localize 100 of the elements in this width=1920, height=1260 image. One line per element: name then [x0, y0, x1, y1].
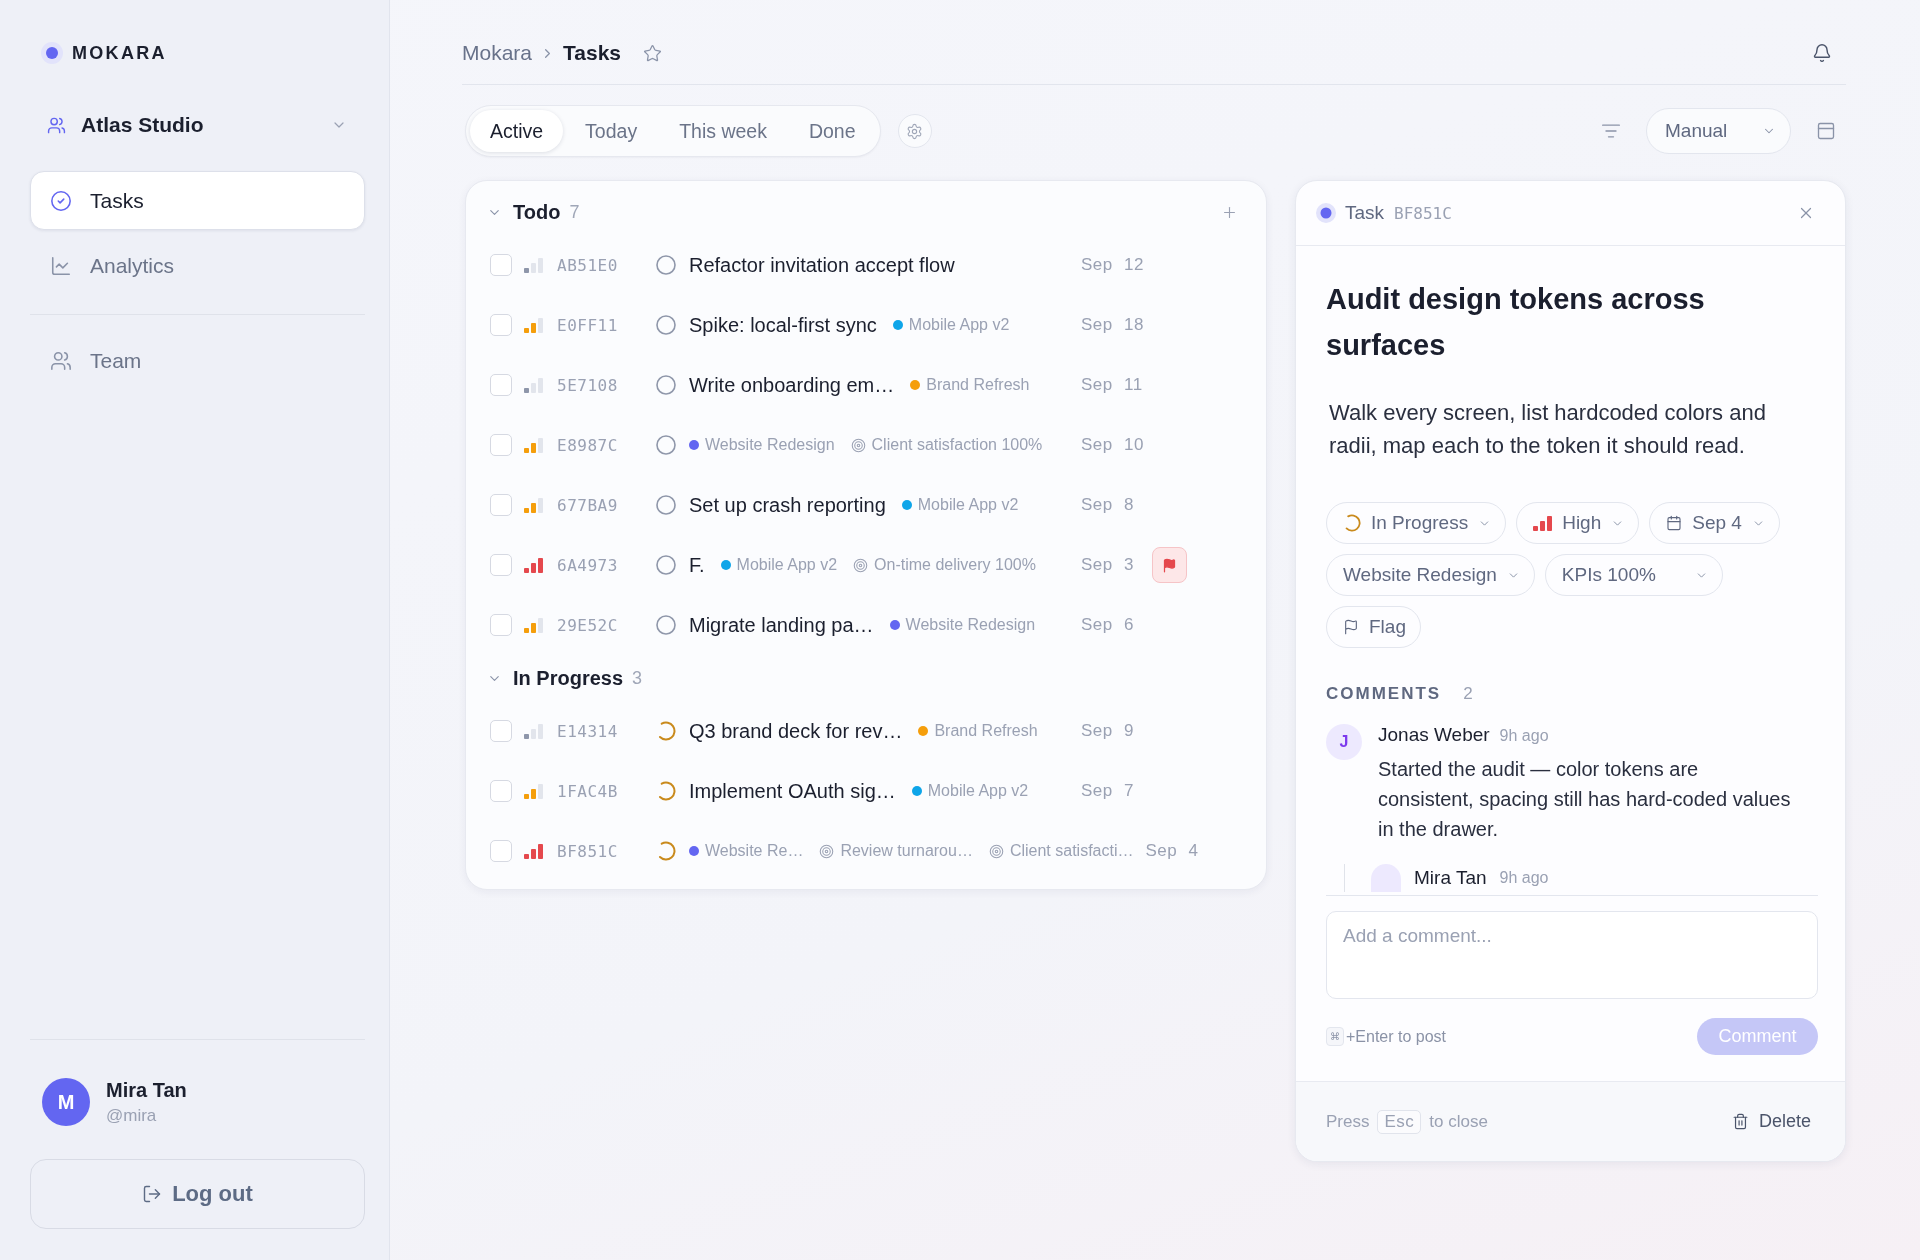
shortcut-key: Esc	[1377, 1109, 1422, 1134]
task-title[interactable]: Spike: local-first sync	[689, 313, 877, 337]
task-title[interactable]: F.	[689, 553, 705, 577]
comment-author: Mira Tan	[1414, 867, 1487, 889]
kpi-tag: Client satisfaction 100%	[871, 436, 1043, 454]
project-tag: Mobile App v2	[917, 496, 1019, 514]
nav-item[interactable]: Analytics	[30, 236, 365, 295]
task-id: 1FAC4B	[557, 781, 619, 801]
checkbox[interactable]	[490, 780, 512, 802]
task-title[interactable]: Write onboarding em…	[689, 373, 895, 397]
kpi-tag: On-time delivery 100%	[874, 556, 1036, 574]
delete-button[interactable]: Delete	[1731, 1107, 1811, 1136]
priority-bars-icon	[524, 497, 543, 513]
checkbox[interactable]	[490, 314, 512, 336]
tab[interactable]: This week	[659, 110, 787, 152]
group-title: In Progress	[513, 666, 624, 690]
checkbox[interactable]	[490, 554, 512, 576]
task-id: 5E7108	[557, 375, 619, 395]
tab[interactable]: Active	[470, 110, 564, 152]
notifications-icon[interactable]	[1812, 43, 1832, 63]
project-tag: Website Redesign	[705, 436, 835, 454]
priority-bars-icon	[524, 557, 543, 573]
task-dot-icon	[1316, 203, 1336, 223]
project-tag: Mobile App v2	[908, 316, 1010, 334]
tab[interactable]: Today	[565, 110, 658, 152]
task-title[interactable]: Refactor invitation accept flow	[689, 253, 955, 277]
target-icon	[850, 437, 866, 453]
group-count: 7	[569, 201, 580, 223]
due-date: Sep 8	[1081, 495, 1134, 515]
task-id: BF851C	[1394, 203, 1452, 223]
status-dropdown[interactable]: In Progress	[1326, 502, 1507, 544]
group-title: Todo	[513, 200, 561, 224]
task-title[interactable]: Q3 brand deck for rev…	[689, 719, 903, 743]
workspace-switcher[interactable]: Atlas Studio	[30, 105, 365, 145]
user-avatar: J	[1326, 724, 1362, 760]
project-tag: Brand Refresh	[934, 722, 1038, 740]
task-title[interactable]: Migrate landing pa…	[689, 613, 874, 637]
priority-bars-icon	[524, 257, 543, 273]
settings-icon[interactable]	[897, 114, 932, 148]
due-date: Sep 12	[1081, 255, 1144, 275]
priority-bars-icon	[524, 723, 543, 739]
task-id: 29E52C	[557, 615, 619, 635]
checkbox[interactable]	[490, 840, 512, 862]
priority-dropdown[interactable]: High	[1516, 502, 1640, 544]
comment-input[interactable]: Add a comment...	[1326, 911, 1818, 999]
comment-time: 9h ago	[1499, 727, 1549, 745]
nav-item[interactable]: Tasks	[30, 171, 365, 230]
progress-arc-icon	[1343, 514, 1361, 532]
comment-author: Jonas Weber	[1378, 724, 1490, 746]
comment-text: Started the audit — color tokens are consistent, spacing still has hard-coded values in the drawer.	[1378, 757, 1792, 842]
target-icon	[819, 843, 835, 859]
line-chart-icon	[50, 254, 72, 277]
flag-icon[interactable]	[1151, 547, 1187, 583]
due-date: Sep 11	[1081, 375, 1143, 395]
calendar-icon	[1666, 515, 1683, 531]
users-icon	[47, 115, 66, 135]
logout-button[interactable]: Log out	[30, 1159, 365, 1229]
project-tag: Mobile App v2	[736, 556, 838, 574]
comment-time: 9h ago	[1499, 869, 1549, 887]
target-icon	[988, 843, 1004, 859]
project-tag: Mobile App v2	[927, 782, 1029, 800]
shortcut-hint: +Enter to post	[1346, 1027, 1447, 1046]
due-date: Sep 3	[1081, 555, 1134, 575]
priority-bars-icon	[524, 317, 543, 333]
checkbox[interactable]	[490, 494, 512, 516]
task-title[interactable]: Implement OAuth sig…	[689, 779, 896, 803]
breadcrumb-item[interactable]: Mokara	[462, 41, 533, 65]
star-icon[interactable]	[643, 43, 663, 63]
due-date: Sep 10	[1081, 435, 1144, 455]
flag-button[interactable]: Flag	[1326, 606, 1421, 648]
checkbox[interactable]	[490, 614, 512, 636]
checkbox[interactable]	[490, 254, 512, 276]
project-tag: Website Redesign	[905, 616, 1036, 634]
kpi-tag: Client satisfacti…	[1009, 842, 1134, 860]
hint-text: to close	[1429, 1111, 1488, 1132]
priority-bars-icon	[524, 437, 543, 453]
due-date: Sep 4	[1145, 841, 1199, 861]
checkbox[interactable]	[490, 720, 512, 742]
task-id: AB51E0	[557, 255, 619, 275]
nav-item[interactable]: Team	[30, 331, 365, 390]
sort-dropdown[interactable]: Manual	[1646, 108, 1791, 154]
task-id: 6A4973	[557, 555, 619, 575]
task-id: E0FF11	[557, 315, 619, 335]
user-handle: @mira	[106, 1105, 158, 1126]
project-tag: Website Re…	[705, 842, 804, 860]
date-dropdown[interactable]: Sep 4	[1649, 502, 1780, 544]
logout-icon	[142, 1184, 163, 1204]
tab[interactable]: Done	[788, 110, 876, 152]
users-icon	[50, 349, 72, 372]
checkbox[interactable]	[490, 434, 512, 456]
task-title[interactable]: Set up crash reporting	[689, 493, 886, 517]
checkbox[interactable]	[490, 374, 512, 396]
project-dropdown[interactable]: Website Redesign	[1326, 554, 1535, 596]
brand-name: MOKARA	[72, 42, 167, 64]
panel-icon[interactable]	[1816, 121, 1836, 141]
task-title: Audit design tokens across surfaces	[1326, 282, 1706, 363]
kpi-dropdown[interactable]: KPIs 100%	[1544, 554, 1723, 596]
project-tag: Brand Refresh	[926, 376, 1030, 394]
breadcrumb-item: Tasks	[563, 41, 622, 65]
priority-bars-icon	[524, 377, 543, 393]
